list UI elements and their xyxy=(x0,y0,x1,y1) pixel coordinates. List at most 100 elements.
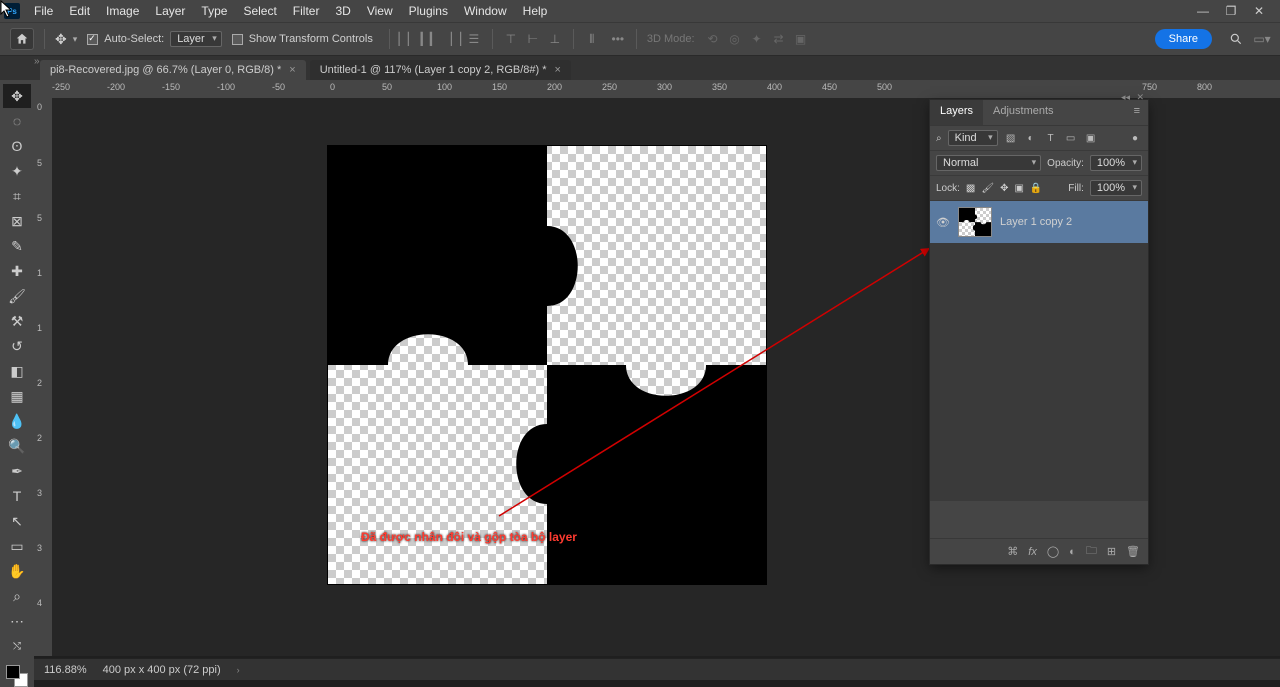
vertical-ruler[interactable]: 0 5 5 1 1 2 2 3 3 4 xyxy=(34,98,52,656)
filter-shape-icon[interactable]: ▭ xyxy=(1064,133,1078,144)
edit-toolbar-icon[interactable]: ⋯ xyxy=(3,609,31,633)
document-tab-2[interactable]: Untitled-1 @ 117% (Layer 1 copy 2, RGB/8… xyxy=(310,60,571,80)
magic-wand-tool[interactable]: ✦ xyxy=(3,159,31,183)
link-layers-icon[interactable]: ⌘ xyxy=(1007,545,1018,558)
adjustments-tab[interactable]: Adjustments xyxy=(983,100,1064,125)
lock-artboard-icon[interactable]: ▣ xyxy=(1014,183,1023,194)
status-chevron-icon[interactable]: › xyxy=(237,665,240,675)
filter-pixel-icon[interactable]: ▧ xyxy=(1004,133,1018,144)
align-right-icon[interactable]: ▕▕ xyxy=(444,31,460,47)
layer-row[interactable]: 👁 Layer 1 copy 2 xyxy=(930,201,1148,243)
pen-tool[interactable]: ✒ xyxy=(3,459,31,483)
align-justify-icon[interactable]: ☰ xyxy=(466,31,482,47)
new-layer-icon[interactable]: ⊞ xyxy=(1107,545,1116,558)
toolbar-expand-icon[interactable]: » xyxy=(34,56,40,67)
document-tab-1[interactable]: pi8-Recovered.jpg @ 66.7% (Layer 0, RGB/… xyxy=(40,60,306,80)
filter-toggle-icon[interactable]: ● xyxy=(1128,133,1142,144)
auto-select-target-dropdown[interactable]: Layer xyxy=(170,31,222,47)
menu-image[interactable]: Image xyxy=(98,1,147,21)
workspace-switcher-icon[interactable]: ▭▾ xyxy=(1254,31,1270,47)
search-icon[interactable] xyxy=(1228,31,1244,47)
window-minimize-icon[interactable]: — xyxy=(1194,4,1212,18)
lock-image-icon[interactable]: 🖌 xyxy=(981,183,994,194)
document-canvas[interactable]: Đã được nhân đôi và gộp tòa bộ layer xyxy=(328,146,766,584)
lock-all-icon[interactable]: 🔒 xyxy=(1030,183,1042,194)
foreground-color-swatch[interactable] xyxy=(6,665,20,679)
panel-close-icon[interactable]: ✕ xyxy=(1136,92,1144,103)
crop-tool[interactable]: ⌗ xyxy=(3,184,31,208)
home-button[interactable] xyxy=(10,28,34,50)
menu-edit[interactable]: Edit xyxy=(61,1,98,21)
menu-view[interactable]: View xyxy=(359,1,401,21)
layer-name[interactable]: Layer 1 copy 2 xyxy=(1000,216,1072,228)
add-mask-icon[interactable]: ◯ xyxy=(1047,545,1059,558)
align-top-icon[interactable]: ⊤ xyxy=(503,31,519,47)
visibility-toggle-icon[interactable]: 👁 xyxy=(936,216,950,229)
panel-collapse-icon[interactable]: ◂◂ xyxy=(1121,92,1130,103)
opacity-value-input[interactable]: 100% xyxy=(1090,155,1142,171)
move-tool[interactable]: ✥ xyxy=(3,84,31,108)
dodge-tool[interactable]: 🔍 xyxy=(3,434,31,458)
eyedropper-tool[interactable]: ✎ xyxy=(3,234,31,258)
zoom-level[interactable]: 116.88% xyxy=(44,664,87,676)
eraser-tool[interactable]: ◧ xyxy=(3,359,31,383)
menu-layer[interactable]: Layer xyxy=(147,1,193,21)
path-select-tool[interactable]: ↖ xyxy=(3,509,31,533)
menu-window[interactable]: Window xyxy=(456,1,515,21)
panel-menu-icon[interactable]: ≡ xyxy=(1126,100,1148,125)
share-button[interactable]: Share xyxy=(1155,29,1212,49)
layers-tab[interactable]: Layers xyxy=(930,100,983,125)
filter-type-icon[interactable]: T xyxy=(1044,133,1058,144)
move-tool-icon[interactable]: ✥ xyxy=(55,31,67,48)
blur-tool[interactable]: 💧 xyxy=(3,409,31,433)
more-align-icon[interactable]: ••• xyxy=(610,31,626,47)
window-maximize-icon[interactable]: ❐ xyxy=(1222,4,1240,18)
lock-position-icon[interactable]: ✥ xyxy=(1000,183,1008,194)
align-left-icon[interactable]: ▏▏ xyxy=(400,31,416,47)
layer-thumbnail[interactable] xyxy=(958,207,992,237)
brush-tool[interactable]: 🖌 xyxy=(3,284,31,308)
type-tool[interactable]: T xyxy=(3,484,31,508)
filter-adjust-icon[interactable]: ◐ xyxy=(1024,133,1038,144)
tab-close-icon[interactable]: × xyxy=(555,64,561,76)
window-close-icon[interactable]: ✕ xyxy=(1250,4,1268,18)
frame-tool[interactable]: ⊠ xyxy=(3,209,31,233)
workspace[interactable]: Đã được nhân đôi và gộp tòa bộ layer ◂◂ … xyxy=(52,98,1280,656)
menu-plugins[interactable]: Plugins xyxy=(401,1,456,21)
tool-preset-dropdown-icon[interactable]: ▾ xyxy=(73,34,78,45)
menu-type[interactable]: Type xyxy=(193,1,235,21)
align-hcenter-icon[interactable]: ▎▎ xyxy=(422,31,438,47)
gradient-tool[interactable]: ▦ xyxy=(3,384,31,408)
align-vcenter-icon[interactable]: ⊢ xyxy=(525,31,541,47)
align-bottom-icon[interactable]: ⊥ xyxy=(547,31,563,47)
document-info[interactable]: 400 px x 400 px (72 ppi) xyxy=(103,664,221,676)
show-transform-checkbox[interactable] xyxy=(232,34,243,45)
marquee-tool[interactable]: ◌ xyxy=(3,109,31,133)
menu-3d[interactable]: 3D xyxy=(327,1,358,21)
menu-filter[interactable]: Filter xyxy=(285,1,328,21)
menu-select[interactable]: Select xyxy=(235,1,284,21)
search-icon[interactable]: ⌕ xyxy=(936,133,942,144)
menu-help[interactable]: Help xyxy=(515,1,556,21)
lock-transparency-icon[interactable]: ▩ xyxy=(966,183,975,194)
hand-tool[interactable]: ✋ xyxy=(3,559,31,583)
new-group-icon[interactable]: 🗀 xyxy=(1086,542,1097,561)
blend-mode-dropdown[interactable]: Normal xyxy=(936,155,1041,171)
lasso-tool[interactable]: ʘ xyxy=(3,134,31,158)
menu-file[interactable]: File xyxy=(26,1,61,21)
history-brush-tool[interactable]: ↺ xyxy=(3,334,31,358)
auto-select-checkbox[interactable] xyxy=(87,34,98,45)
delete-layer-icon[interactable]: 🗑 xyxy=(1126,545,1140,558)
color-swatches[interactable] xyxy=(6,665,28,687)
distribute-icon[interactable]: ⫴ xyxy=(584,31,600,47)
shape-tool[interactable]: ▭ xyxy=(3,534,31,558)
new-adjustment-icon[interactable]: ◐ xyxy=(1069,546,1076,558)
fill-value-input[interactable]: 100% xyxy=(1090,180,1142,196)
tab-close-icon[interactable]: × xyxy=(289,64,295,76)
layer-list[interactable]: 👁 Layer 1 copy 2 xyxy=(930,201,1148,501)
layer-filter-kind-dropdown[interactable]: Kind xyxy=(948,130,998,146)
healing-brush-tool[interactable]: ✚ xyxy=(3,259,31,283)
layer-fx-icon[interactable]: fx xyxy=(1028,546,1037,558)
color-swap-icon[interactable]: ⤭ xyxy=(3,634,31,658)
filter-smart-icon[interactable]: ▣ xyxy=(1084,133,1098,144)
